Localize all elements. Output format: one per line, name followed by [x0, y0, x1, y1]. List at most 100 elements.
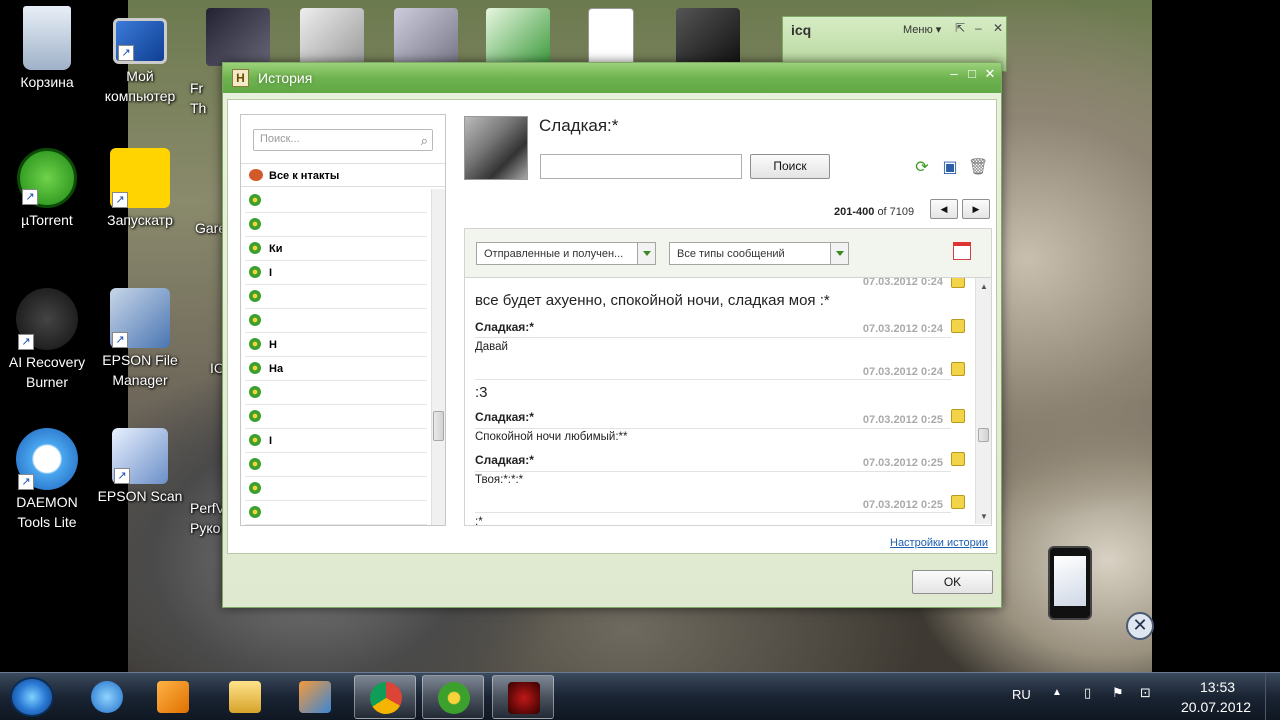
- contact-avatar: [464, 116, 528, 180]
- counter-strike-icon[interactable]: [394, 8, 458, 66]
- quote-icon[interactable]: [951, 362, 965, 376]
- save-icon[interactable]: ▣: [940, 158, 960, 178]
- epson-file-manager-icon[interactable]: ↗ EPSON File Manager: [94, 288, 186, 390]
- divider: [475, 512, 951, 513]
- icq-close-button[interactable]: ✕: [993, 21, 1003, 35]
- contact-item[interactable]: [245, 453, 427, 477]
- show-hidden-icons-icon[interactable]: ▲: [1052, 687, 1062, 698]
- gadget-close-button[interactable]: ✕: [1126, 612, 1154, 640]
- icq-status-icon: [249, 266, 261, 278]
- quote-icon[interactable]: [951, 319, 965, 333]
- maximize-button[interactable]: □: [963, 66, 981, 81]
- history-content: Поиск... ⌕ Все к нтакты Ки I Н На I Слад…: [227, 99, 997, 554]
- contact-item[interactable]: [245, 189, 427, 213]
- nfs-icon[interactable]: [676, 8, 740, 66]
- quote-icon[interactable]: [951, 409, 965, 423]
- all-contacts-label: Все к нтакты: [269, 170, 340, 182]
- history-settings-link[interactable]: Настройки истории: [890, 537, 988, 549]
- battery-icon[interactable]: ▯: [1084, 685, 1091, 701]
- excel-icon[interactable]: [486, 8, 550, 66]
- scrollbar-thumb[interactable]: [433, 411, 444, 441]
- scroll-down-icon[interactable]: ▼: [980, 512, 988, 521]
- clock-time[interactable]: 13:53: [1200, 679, 1235, 695]
- zapuskatr-icon[interactable]: ↗ Запускатр: [94, 148, 186, 230]
- minimize-button[interactable]: –: [945, 66, 963, 81]
- contact-list-scrollbar[interactable]: [431, 189, 445, 525]
- start-button[interactable]: [10, 677, 54, 717]
- type-filter-value: Все типы сообщений: [677, 248, 785, 260]
- message-list-scrollbar[interactable]: ▲ ▼: [975, 278, 991, 524]
- search-icon: ⌕: [420, 133, 428, 148]
- history-titlebar[interactable]: H История – □ ✕: [223, 63, 1001, 93]
- divider: [475, 337, 951, 338]
- clock-date[interactable]: 20.07.2012: [1181, 699, 1251, 715]
- flag-icon[interactable]: ⚑: [1112, 685, 1124, 701]
- quote-icon[interactable]: [951, 278, 965, 288]
- ie-icon: [91, 681, 123, 713]
- show-desktop-button[interactable]: [1265, 673, 1280, 720]
- chrome-icon: [370, 682, 402, 714]
- close-button[interactable]: ✕: [981, 66, 999, 82]
- contact-search-input[interactable]: Поиск... ⌕: [253, 129, 433, 151]
- ai-recovery-burner-icon[interactable]: ↗ AI Recovery Burner: [1, 288, 93, 392]
- network-icon[interactable]: ⊡: [1140, 685, 1151, 701]
- document-icon[interactable]: [588, 8, 634, 66]
- utorrent-icon[interactable]: ↗ µTorrent: [1, 148, 93, 230]
- contact-item[interactable]: [245, 381, 427, 405]
- history-search-button[interactable]: Поиск: [750, 154, 830, 179]
- contacts-group-icon: [249, 169, 263, 181]
- delete-icon[interactable]: 🗑: [968, 158, 988, 178]
- contact-item[interactable]: [245, 477, 427, 501]
- contact-item[interactable]: [245, 309, 427, 333]
- icq-status-icon: [249, 242, 261, 254]
- taskbar-paint[interactable]: [284, 675, 346, 719]
- next-page-button[interactable]: ▶: [962, 199, 990, 219]
- contact-item[interactable]: I: [245, 429, 427, 453]
- message-date: 07.03.2012 0:24: [862, 323, 943, 335]
- icq-status-icon: [249, 434, 261, 446]
- contact-item[interactable]: I: [245, 261, 427, 285]
- taskbar-media-player[interactable]: [142, 675, 204, 719]
- taskbar-ie[interactable]: [76, 675, 138, 719]
- refresh-icon[interactable]: ⟳: [912, 158, 932, 178]
- contact-item[interactable]: На: [245, 357, 427, 381]
- quote-icon[interactable]: [951, 495, 965, 509]
- taskbar-chrome[interactable]: [354, 675, 416, 719]
- all-contacts-item[interactable]: Все к нтакты: [241, 163, 445, 187]
- contact-name: Сладкая:*: [539, 116, 619, 135]
- direction-filter-select[interactable]: Отправленные и получен...: [476, 242, 656, 265]
- taskbar-explorer[interactable]: [214, 675, 276, 719]
- contact-item[interactable]: [245, 405, 427, 429]
- calendar-icon[interactable]: [953, 242, 971, 260]
- taskbar-game[interactable]: [492, 675, 554, 719]
- icq-pin-button[interactable]: ⇱: [955, 21, 965, 35]
- scroll-up-icon[interactable]: ▲: [980, 282, 988, 291]
- contact-item[interactable]: [245, 501, 427, 525]
- game-desktop-icon[interactable]: [206, 8, 270, 66]
- prev-page-button[interactable]: ◀: [930, 199, 958, 219]
- taskbar-icq[interactable]: [422, 675, 484, 719]
- contact-item[interactable]: [245, 213, 427, 237]
- recycle-bin-icon[interactable]: Корзина: [1, 6, 93, 92]
- history-search-input[interactable]: [540, 154, 742, 179]
- icq-menu-button[interactable]: Меню ▾: [903, 23, 941, 36]
- my-computer-icon[interactable]: ↗ Мой компьютер: [94, 18, 186, 106]
- daemon-tools-lite-icon[interactable]: ↗ DAEMON Tools Lite: [1, 428, 93, 532]
- contact-item[interactable]: [245, 285, 427, 309]
- epson-scan-icon[interactable]: ↗ EPSON Scan: [94, 428, 186, 506]
- service-desktop-icon[interactable]: [300, 8, 364, 66]
- contact-item[interactable]: Ки: [245, 237, 427, 261]
- quote-icon[interactable]: [951, 452, 965, 466]
- type-filter-select[interactable]: Все типы сообщений: [669, 242, 849, 265]
- desktop-icon-label: DAEMON Tools Lite: [16, 494, 78, 530]
- scrollbar-thumb[interactable]: [978, 428, 989, 442]
- phone-gadget-icon[interactable]: [1048, 546, 1092, 620]
- icq-minimize-button[interactable]: –: [975, 21, 982, 35]
- paint-icon: [299, 681, 331, 713]
- divider: [475, 428, 951, 429]
- message-list: 07.03.2012 0:24 все будет ахуенно, споко…: [464, 278, 992, 526]
- language-indicator[interactable]: RU: [1012, 687, 1031, 702]
- message-body: Спокойной ночи любимый:**: [475, 431, 628, 443]
- ok-button[interactable]: OK: [912, 570, 993, 594]
- contact-item[interactable]: Н: [245, 333, 427, 357]
